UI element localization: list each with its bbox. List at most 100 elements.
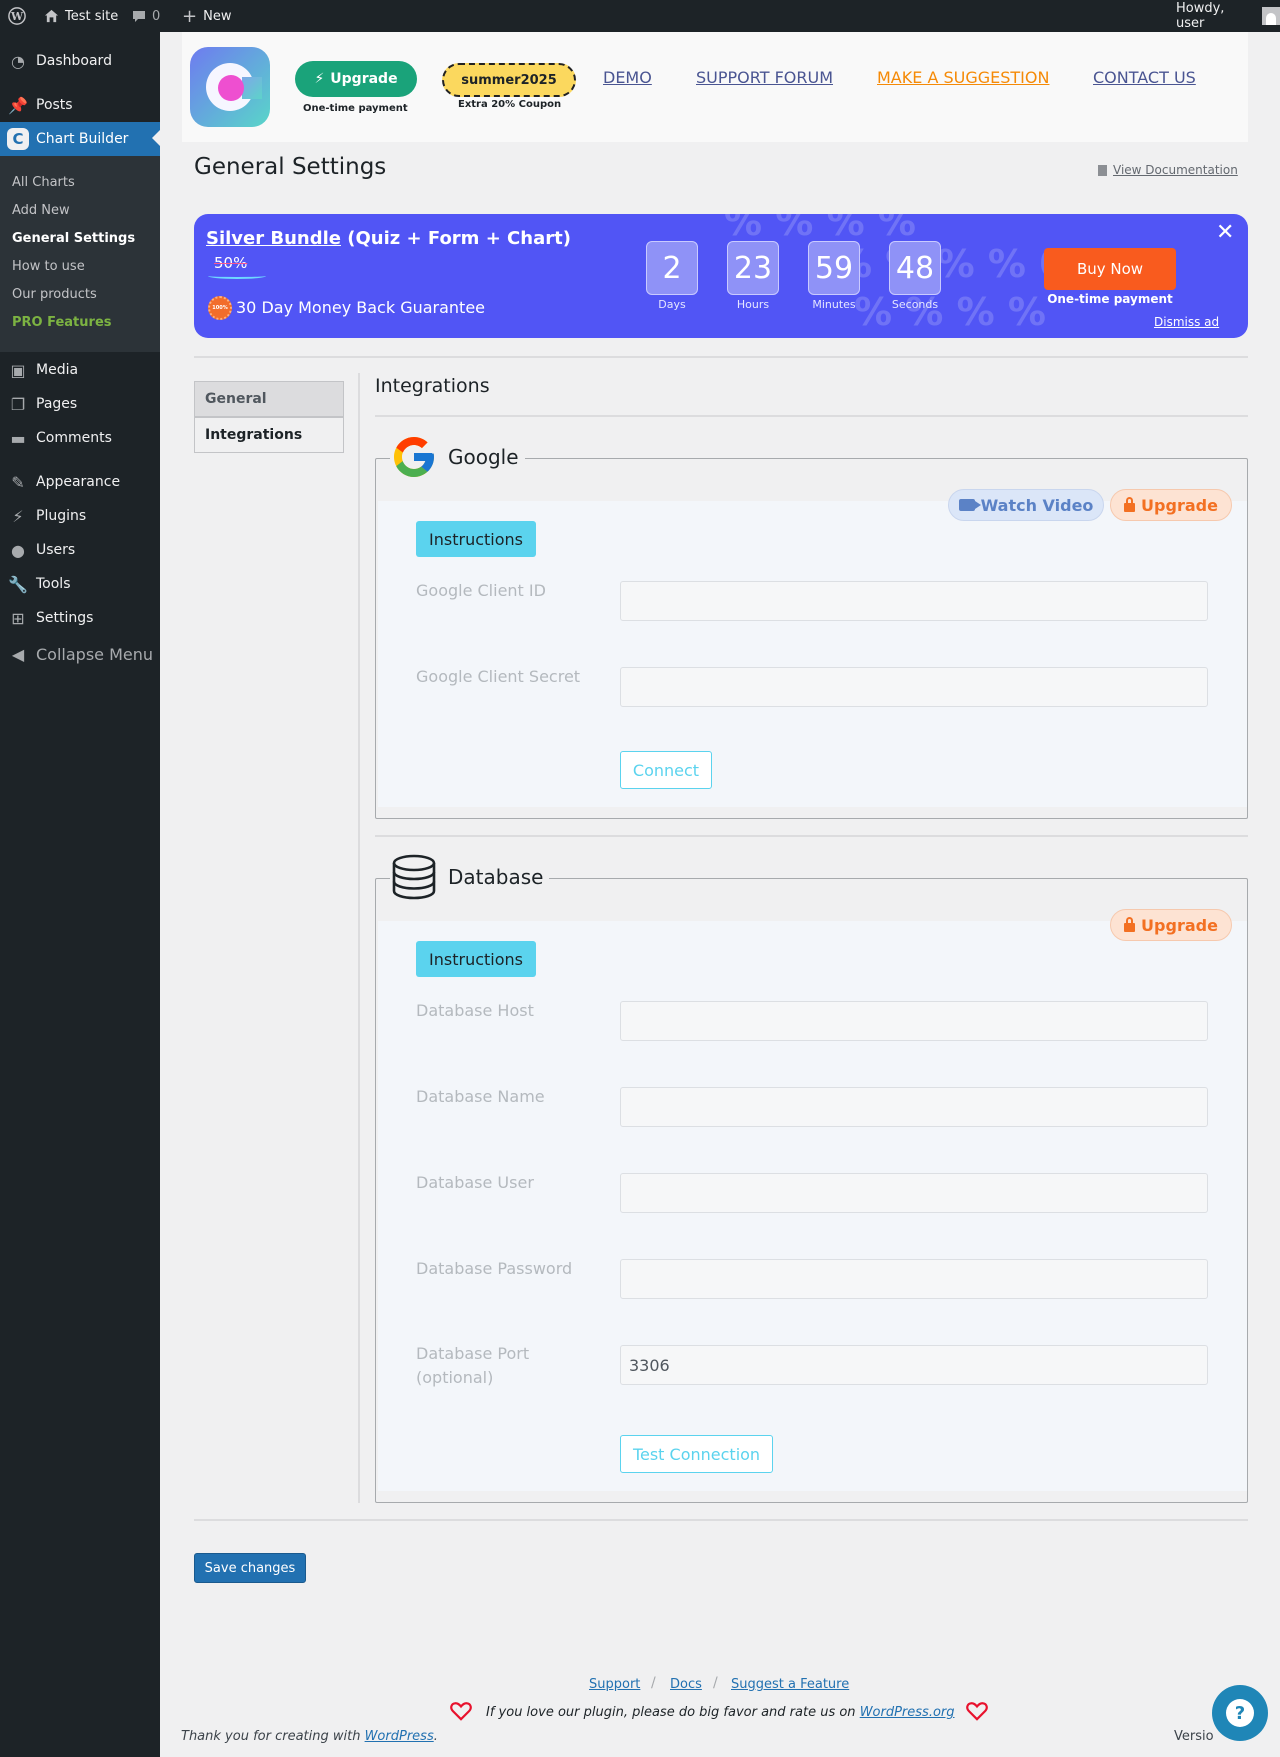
header-upgrade-button[interactable]: ⚡ Upgrade xyxy=(295,61,417,97)
tabs-divider xyxy=(358,373,360,1503)
database-legend-text: Database xyxy=(448,865,544,889)
footer-docs-link[interactable]: Docs xyxy=(670,1677,702,1692)
database-password-input[interactable] xyxy=(620,1259,1208,1299)
menu-settings[interactable]: ⊞ Settings xyxy=(0,601,160,635)
view-documentation-link[interactable]: View Documentation xyxy=(1098,163,1238,177)
database-user-input[interactable] xyxy=(620,1173,1208,1213)
save-changes-button[interactable]: Save changes xyxy=(194,1553,306,1583)
google-legend-text: Google xyxy=(448,445,519,469)
menu-dashboard[interactable]: ◔ Dashboard xyxy=(0,44,160,78)
database-host-input[interactable] xyxy=(620,1001,1208,1041)
make-suggestion-link[interactable]: MAKE A SUGGESTION xyxy=(877,68,1049,87)
menu-label: Comments xyxy=(36,430,112,446)
google-logo-icon xyxy=(394,437,434,477)
database-upgrade-button[interactable]: Upgrade xyxy=(1110,909,1232,941)
database-icon xyxy=(392,854,436,900)
thanks-end: . xyxy=(433,1729,438,1744)
rate-text: If you love our plugin, please do big fa… xyxy=(486,1705,860,1720)
new-label: New xyxy=(203,8,232,24)
new-content-link[interactable]: + New xyxy=(182,0,231,32)
tab-integrations[interactable]: Integrations xyxy=(194,417,344,453)
home-icon xyxy=(44,9,59,23)
submenu-add-new[interactable]: Add New xyxy=(12,203,70,218)
submenu-our-products[interactable]: Our products xyxy=(12,287,97,302)
connect-button[interactable]: Connect xyxy=(620,751,712,789)
version-text: Versio xyxy=(1174,1729,1214,1744)
close-icon[interactable]: ✕ xyxy=(1216,220,1234,245)
upgrade-label: Upgrade xyxy=(330,71,398,87)
menu-appearance[interactable]: ✎ Appearance xyxy=(0,465,160,499)
comments-count: 0 xyxy=(152,8,161,24)
wordpress-org-link[interactable]: WordPress.org xyxy=(860,1705,955,1720)
footer-suggest-feature-link[interactable]: Suggest a Feature xyxy=(731,1677,849,1692)
document-icon xyxy=(1098,164,1107,176)
database-port-input[interactable] xyxy=(620,1345,1208,1385)
comment-icon: ▬ xyxy=(10,428,26,448)
watch-video-button[interactable]: Watch Video xyxy=(948,489,1104,521)
test-connection-button[interactable]: Test Connection xyxy=(620,1435,773,1473)
dismiss-ad-link[interactable]: Dismiss ad xyxy=(1154,315,1219,329)
contact-us-link[interactable]: CONTACT US xyxy=(1093,68,1196,87)
menu-label: Settings xyxy=(36,610,94,626)
database-host-label: Database Host xyxy=(416,1001,534,1020)
database-instructions-button[interactable]: Instructions xyxy=(416,941,536,977)
google-client-secret-input[interactable] xyxy=(620,667,1208,707)
upgrade-label: Upgrade xyxy=(1141,915,1218,935)
user-icon: ● xyxy=(11,540,25,560)
submenu-all-charts[interactable]: All Charts xyxy=(12,175,75,190)
wordpress-link[interactable]: WordPress xyxy=(365,1729,434,1744)
divider xyxy=(194,1519,1248,1521)
squiggle-decoration xyxy=(208,273,266,279)
silver-bundle-link[interactable]: Silver Bundle xyxy=(206,228,341,249)
submenu-how-to-use[interactable]: How to use xyxy=(12,259,85,274)
question-icon: ? xyxy=(1226,1699,1254,1727)
account-menu[interactable]: Howdy, user xyxy=(1176,0,1280,32)
tab-general[interactable]: General xyxy=(194,381,344,417)
submenu-pro-features[interactable]: PRO Features xyxy=(12,315,112,330)
comments-link[interactable]: 0 xyxy=(132,0,160,32)
database-name-input[interactable] xyxy=(620,1087,1208,1127)
menu-chart-builder[interactable]: C Chart Builder xyxy=(0,122,160,156)
brush-icon: ✎ xyxy=(11,472,25,492)
menu-label: Posts xyxy=(36,97,73,113)
site-name-link[interactable]: Test site xyxy=(44,0,118,32)
menu-label: Media xyxy=(36,362,79,378)
lock-icon xyxy=(1124,916,1136,932)
menu-media[interactable]: ▣ Media xyxy=(0,353,160,387)
countdown-hours: 23 xyxy=(727,241,779,295)
database-fieldset: Database Upgrade Instructions Database H… xyxy=(375,851,1248,1503)
countdown-label: Hours xyxy=(736,298,770,311)
collapse-menu-button[interactable]: ◀ Collapse Menu xyxy=(0,637,160,671)
google-upgrade-button[interactable]: Upgrade xyxy=(1110,489,1232,521)
google-legend: Google xyxy=(390,431,525,483)
menu-users[interactable]: ● Users xyxy=(0,533,160,567)
help-button[interactable]: ? xyxy=(1212,1685,1268,1741)
pages-icon: ❐ xyxy=(10,394,26,414)
support-forum-link[interactable]: SUPPORT FORUM xyxy=(696,68,833,87)
avatar xyxy=(1262,7,1280,25)
buy-now-button[interactable]: Buy Now xyxy=(1044,248,1176,290)
database-legend: Database xyxy=(390,851,550,903)
menu-pages[interactable]: ❐ Pages xyxy=(0,387,160,421)
menu-comments[interactable]: ▬ Comments xyxy=(0,421,160,455)
menu-tools[interactable]: 🔧 Tools xyxy=(0,567,160,601)
footer-support-link[interactable]: Support xyxy=(589,1677,640,1692)
demo-link[interactable]: DEMO xyxy=(603,68,652,87)
heart-icon xyxy=(450,1702,472,1721)
database-user-label: Database User xyxy=(416,1173,534,1192)
submenu-general-settings[interactable]: General Settings xyxy=(12,231,135,246)
plugin-icon: ⚡ xyxy=(12,506,24,526)
countdown-label: Minutes xyxy=(812,298,856,311)
google-client-id-input[interactable] xyxy=(620,581,1208,621)
footer-thanks: Thank you for creating with WordPress. xyxy=(181,1729,438,1744)
doc-link-label: View Documentation xyxy=(1113,163,1238,177)
google-fieldset: Google Watch Video Upgrade Instructions … xyxy=(375,431,1248,819)
menu-label: Chart Builder xyxy=(36,131,129,147)
google-instructions-button[interactable]: Instructions xyxy=(416,521,536,557)
menu-posts[interactable]: 📌 Posts xyxy=(0,88,160,122)
coupon-badge[interactable]: summer2025 xyxy=(442,63,576,97)
thanks-text: Thank you for creating with xyxy=(181,1729,365,1744)
menu-plugins[interactable]: ⚡ Plugins xyxy=(0,499,160,533)
wordpress-logo-icon[interactable]: W xyxy=(8,0,26,32)
media-icon: ▣ xyxy=(10,360,26,380)
